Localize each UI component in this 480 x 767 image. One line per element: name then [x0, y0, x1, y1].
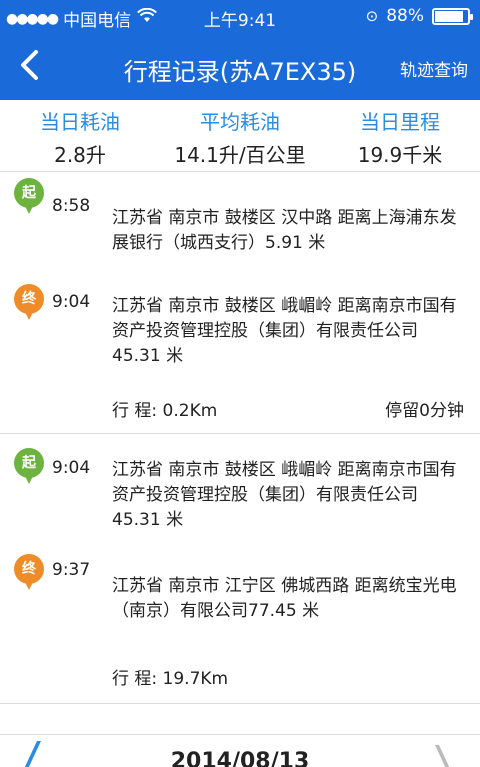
trip-distance: 行 程: 0.2Km [112, 401, 218, 421]
trip-end-address: 江苏省 南京市 鼓楼区 峨嵋岭 距离南京市国有资产投资管理控股（集团）有限责任公… [112, 296, 457, 366]
track-query-button[interactable]: 轨迹查询 [400, 56, 468, 81]
daily-stats: 当日耗油 2.8升 平均耗油 14.1升/百公里 当日里程 19.9千米 [0, 100, 480, 172]
rotation-lock-icon: ⊙ [365, 7, 379, 25]
trip-start-time: 8:58 [52, 196, 91, 216]
stat-label: 平均耗油 [200, 110, 280, 134]
app-header: ●●●●● 中国电信 上午9:41 ⊙ 88% 行程记录(苏A7EX35) 轨迹… [0, 0, 480, 100]
trip-end-time: 9:04 [52, 292, 91, 312]
stat-label: 当日里程 [360, 110, 440, 134]
stat-label: 当日耗油 [40, 110, 120, 134]
stat-value: 19.9千米 [357, 143, 443, 167]
trip-start-time: 9:04 [52, 458, 91, 478]
stat-value: 2.8升 [54, 143, 106, 167]
trip-start-address: 江苏省 南京市 鼓楼区 峨嵋岭 距离南京市国有资产投资管理控股（集团）有限责任公… [112, 460, 457, 530]
end-marker-icon: 终 [14, 554, 44, 592]
trip-record[interactable]: 起 9:04 江苏省 南京市 鼓楼区 峨嵋岭 距离南京市国有资产投资管理控股（集… [0, 434, 480, 704]
current-date: 2014/08/13 [170, 749, 310, 767]
trip-end-address: 江苏省 南京市 江宁区 佛城西路 距离统宝光电（南京）有限公司77.45 米 [112, 576, 457, 621]
end-marker-icon: 终 [14, 284, 44, 322]
battery-icon [432, 7, 473, 25]
trip-end-time: 9:37 [52, 560, 91, 580]
start-marker-icon: 起 [14, 178, 44, 216]
stat-daily-mileage: 当日里程 19.9千米 [320, 100, 480, 171]
stat-daily-fuel: 当日耗油 2.8升 [0, 100, 160, 171]
trip-start-address: 江苏省 南京市 鼓楼区 汉中路 距离上海浦东发展银行（城西支行）5.91 米 [112, 208, 457, 253]
trip-distance: 行 程: 19.7Km [112, 669, 229, 689]
date-navigator: 2014/08/13 [0, 734, 480, 767]
trip-stay-duration: 停留0分钟 [385, 401, 464, 421]
battery-percent: 88% [386, 6, 424, 26]
trip-record[interactable]: 起 8:58 江苏省 南京市 鼓楼区 汉中路 距离上海浦东发展银行（城西支行）5… [0, 172, 480, 434]
stat-value: 14.1升/百公里 [174, 143, 306, 167]
stat-average-fuel: 平均耗油 14.1升/百公里 [160, 100, 320, 171]
start-marker-icon: 起 [14, 448, 44, 486]
nav-bar: 行程记录(苏A7EX35) 轨迹查询 [0, 34, 480, 100]
status-bar: ●●●●● 中国电信 上午9:41 ⊙ 88% [0, 0, 480, 34]
